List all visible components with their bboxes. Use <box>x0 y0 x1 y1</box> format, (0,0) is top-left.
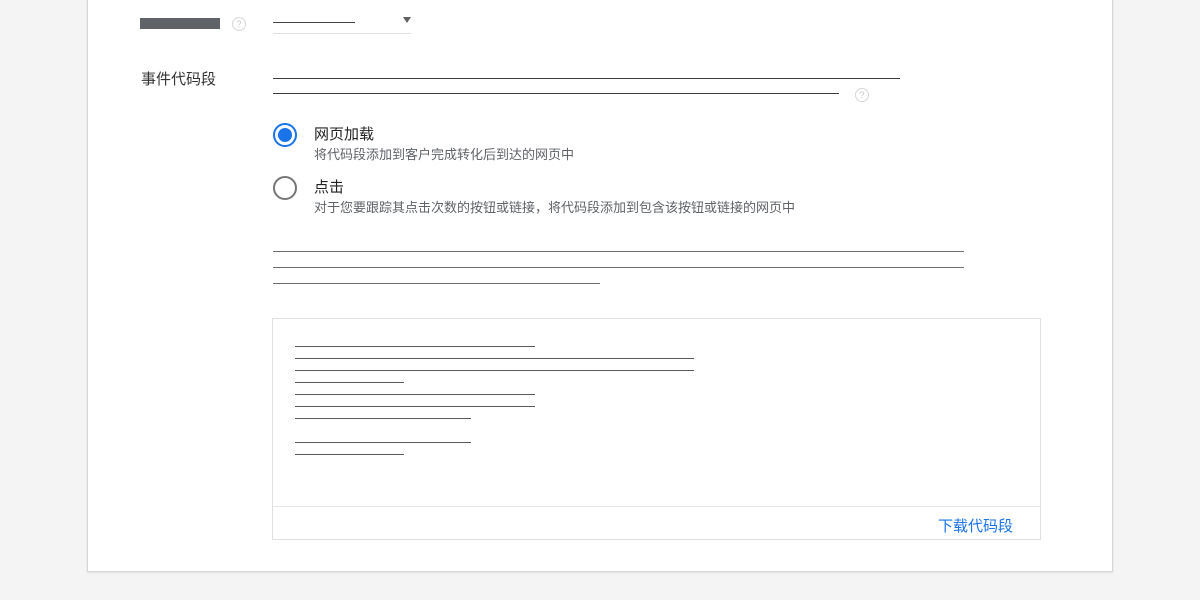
redacted-field-label <box>140 18 220 29</box>
redacted-code-line <box>295 442 471 443</box>
help-icon[interactable]: ? <box>855 88 869 102</box>
code-snippet-box: 下载代码段 <box>272 318 1041 540</box>
redacted-code-line <box>295 370 694 371</box>
redacted-code-line <box>295 454 404 455</box>
event-snippet-label: 事件代码段 <box>141 71 217 88</box>
redacted-text-line <box>273 267 964 268</box>
option-description: 将代码段添加到客户完成转化后到达的网页中 <box>314 147 575 162</box>
download-snippet-link[interactable]: 下载代码段 <box>938 515 1013 536</box>
help-icon[interactable]: ? <box>232 17 246 31</box>
settings-card: ? 事件代码段 ? 网页加载 将代码段添加到客户完成转化后到达的网页中 点击 对… <box>87 0 1113 572</box>
redacted-code-line <box>295 394 535 395</box>
redacted-text-line <box>273 251 964 252</box>
redacted-text-line <box>273 283 600 284</box>
redacted-code-line <box>295 406 535 407</box>
option-title: 网页加载 <box>314 126 375 143</box>
option-description: 对于您要跟踪其点击次数的按钮或链接，将代码段添加到包含该按钮或链接的网页中 <box>314 200 796 215</box>
redacted-code-line <box>295 358 694 359</box>
redacted-code-line <box>295 382 404 383</box>
redacted-code-line <box>295 418 471 419</box>
radio-selected-dot <box>278 128 292 142</box>
redacted-text-line <box>273 93 839 94</box>
redacted-text-line <box>273 78 900 79</box>
code-snippet-area[interactable] <box>273 319 1040 507</box>
option-click[interactable]: 点击 对于您要跟踪其点击次数的按钮或链接，将代码段添加到包含该按钮或链接的网页中 <box>273 176 973 220</box>
redacted-code-line <box>295 346 535 347</box>
option-page-load[interactable]: 网页加载 将代码段添加到客户完成转化后到达的网页中 <box>273 123 973 167</box>
option-title: 点击 <box>314 179 345 196</box>
page-load-radio[interactable] <box>273 123 297 147</box>
dropdown-value-redacted <box>273 22 355 23</box>
click-radio[interactable] <box>273 176 297 200</box>
dropdown-arrow-icon[interactable] <box>403 17 411 23</box>
category-dropdown[interactable] <box>273 13 411 34</box>
